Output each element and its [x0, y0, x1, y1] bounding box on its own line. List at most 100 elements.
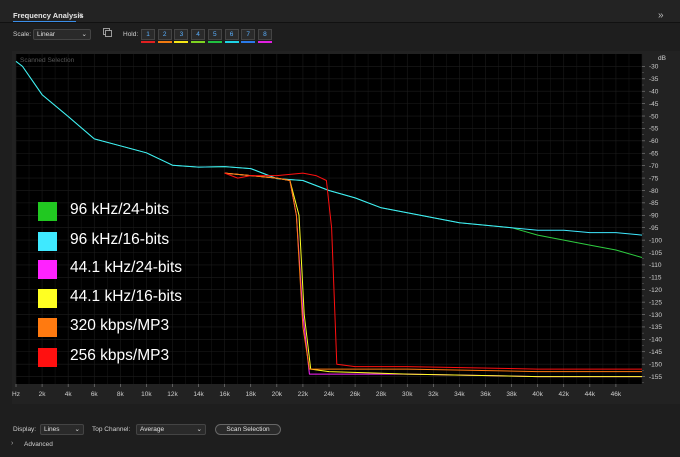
- y-tick-label: -105: [649, 250, 662, 257]
- y-tick-label: -75: [649, 175, 659, 182]
- x-tick-label: 8k: [117, 391, 125, 398]
- scale-value: Linear: [37, 31, 56, 38]
- top-channel-label: Top Channel:: [92, 426, 131, 433]
- top-channel-value: Average: [140, 426, 165, 433]
- x-tick-label: 20k: [272, 391, 283, 398]
- y-tick-label: -60: [649, 138, 659, 145]
- x-tick-label: 14k: [193, 391, 204, 398]
- x-tick-label: 26k: [350, 391, 361, 398]
- x-tick-label: 10k: [141, 391, 152, 398]
- toolbar: [0, 24, 680, 48]
- x-tick-label: 22k: [298, 391, 309, 398]
- y-tick-label: -90: [649, 213, 659, 220]
- hamburger-icon[interactable]: ≡: [78, 11, 83, 20]
- chevron-down-icon: ⌄: [74, 426, 80, 433]
- x-tick-label: 16k: [219, 391, 230, 398]
- hold-color-swatch: [224, 41, 239, 43]
- x-tick-label: 32k: [428, 391, 439, 398]
- x-tick-label: 18k: [246, 391, 257, 398]
- y-tick-label: -115: [649, 275, 662, 282]
- y-tick-label: -40: [649, 89, 659, 96]
- hold-button-1[interactable]: 1: [141, 29, 155, 40]
- y-tick-label: -145: [649, 349, 662, 356]
- hold-buttons: 12345678: [141, 29, 276, 45]
- y-tick-label: -50: [649, 113, 659, 120]
- display-value: Lines: [44, 426, 60, 433]
- hold-color-swatch: [191, 41, 206, 43]
- active-tab-indicator: [13, 21, 76, 22]
- legend-swatch: [38, 318, 57, 337]
- y-tick-label: -125: [649, 299, 662, 306]
- legend-swatch: [38, 202, 57, 221]
- legend-label: 44.1 kHz/16-bits: [70, 288, 182, 305]
- hold-button-7[interactable]: 7: [241, 29, 256, 40]
- y-tick-label: -120: [649, 287, 662, 294]
- y-tick-label: -85: [649, 200, 659, 207]
- scale-label: Scale:: [13, 31, 32, 38]
- hold-button-5[interactable]: 5: [207, 29, 222, 40]
- legend-swatch: [38, 260, 57, 279]
- panel-title[interactable]: Frequency Analysis: [13, 11, 84, 20]
- legend-label: 96 kHz/16-bits: [70, 231, 170, 248]
- y-tick-label: -30: [649, 64, 659, 71]
- chart-overlay-label: Scanned Selection: [20, 57, 75, 64]
- scan-selection-button[interactable]: Scan Selection: [215, 424, 281, 435]
- hold-label: Hold:: [123, 31, 139, 38]
- chevron-down-icon: ⌄: [81, 31, 87, 38]
- hold-button-6[interactable]: 6: [224, 29, 239, 40]
- y-tick-label: -35: [649, 76, 659, 83]
- y-tick-label: -130: [649, 312, 662, 319]
- x-tick-label: 42k: [559, 391, 570, 398]
- legend-label: 44.1 kHz/24-bits: [70, 259, 182, 276]
- hold-button-3[interactable]: 3: [174, 29, 189, 40]
- x-tick-label: 40k: [532, 391, 543, 398]
- x-tick-label: 2k: [39, 391, 47, 398]
- copy-icon[interactable]: [103, 28, 112, 37]
- x-tick-label: 6k: [91, 391, 99, 398]
- legend-swatch: [38, 348, 57, 367]
- x-tick-label: 46k: [611, 391, 622, 398]
- legend-swatch: [38, 232, 57, 251]
- x-tick-label: 36k: [480, 391, 491, 398]
- hold-color-swatch: [157, 41, 172, 43]
- hold-button-4[interactable]: 4: [191, 29, 206, 40]
- display-select[interactable]: Lines ⌄: [40, 424, 84, 435]
- legend-label: 256 kbps/MP3: [70, 347, 170, 364]
- hold-color-swatch: [141, 41, 155, 43]
- hold-color-swatch: [241, 41, 256, 43]
- y-tick-label: -55: [649, 126, 659, 133]
- y-tick-label: -70: [649, 163, 659, 170]
- double-chevron-icon[interactable]: »: [658, 10, 664, 21]
- advanced-toggle[interactable]: Advanced: [24, 441, 53, 448]
- hold-color-swatch: [257, 41, 272, 43]
- hold-color-swatch: [207, 41, 222, 43]
- x-tick-label: Hz: [12, 391, 20, 398]
- x-tick-label: 34k: [454, 391, 465, 398]
- hold-button-8[interactable]: 8: [257, 29, 272, 40]
- hold-button-2[interactable]: 2: [157, 29, 172, 40]
- top-channel-select[interactable]: Average ⌄: [136, 424, 206, 435]
- footer-bar: [0, 416, 680, 457]
- y-tick-label: -65: [649, 151, 659, 158]
- display-label: Display:: [13, 426, 37, 433]
- x-tick-label: 44k: [585, 391, 596, 398]
- chevron-right-icon[interactable]: ›: [11, 440, 13, 447]
- x-tick-label: 4k: [65, 391, 73, 398]
- scale-select[interactable]: Linear ⌄: [33, 29, 91, 40]
- y-tick-label: -150: [649, 361, 662, 368]
- y-tick-label: -45: [649, 101, 659, 108]
- legend-swatch: [38, 289, 57, 308]
- y-tick-label: -140: [649, 337, 662, 344]
- y-tick-label: -110: [649, 262, 662, 269]
- legend-label: 320 kbps/MP3: [70, 317, 170, 334]
- y-unit-label: dB: [658, 55, 666, 62]
- x-tick-label: 30k: [402, 391, 413, 398]
- x-tick-label: 12k: [167, 391, 178, 398]
- x-tick-label: 24k: [324, 391, 335, 398]
- y-tick-label: -95: [649, 225, 659, 232]
- hold-color-swatch: [174, 41, 189, 43]
- legend-label: 96 kHz/24-bits: [70, 201, 170, 218]
- panel-header: [0, 0, 680, 23]
- y-tick-label: -100: [649, 237, 662, 244]
- x-tick-label: 38k: [506, 391, 517, 398]
